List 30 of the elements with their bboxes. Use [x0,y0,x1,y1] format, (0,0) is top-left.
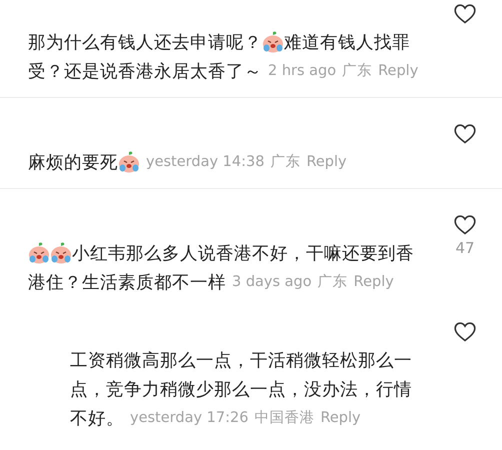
reply-link[interactable]: Reply [354,274,394,290]
crying-peach-sticker-icon [50,242,72,264]
comment-text: 小红韦那么多人说香港不好，干嘛还要到香 [72,242,414,264]
heart-icon[interactable] [454,4,476,24]
reply-link[interactable]: Reply [306,154,347,170]
location: 广东 [318,272,348,291]
timestamp: 3 days ago [232,274,312,290]
location: 广东 [270,152,300,171]
like-count: 47 [455,239,475,257]
comment-text: 工资稍微高那么一点，干活稍微轻松那么一 [70,350,412,372]
heart-icon[interactable] [454,124,476,144]
reply-link[interactable]: Reply [320,410,361,426]
comment-text: 点，竞争力稍微少那么一点，没办法，行情 [70,378,412,400]
crying-peach-sticker-icon [262,30,284,52]
comment-text: 受？还是说香港永居太香了～ [28,60,262,82]
timestamp: yesterday 14:38 [146,154,264,170]
crying-peach-sticker-icon [28,242,50,264]
heart-icon[interactable] [454,322,476,342]
heart-icon[interactable] [454,215,476,235]
crying-peach-sticker-icon [118,150,140,172]
location: 中国香港 [254,409,314,427]
timestamp: yesterday 17:26 [130,410,248,426]
timestamp: 2 hrs ago [268,62,336,78]
comment-text: 港住？生活素质都不一样 [28,272,226,294]
comment-text: 麻烦的要死 [28,152,118,174]
reply-link[interactable]: Reply [378,62,418,78]
comment-text: 那为什么有钱人还去申请呢？ [28,32,262,54]
location: 广东 [342,62,372,80]
comment-text: 难道有钱人找罪 [284,32,410,54]
comment-text: 不好。 [70,408,124,430]
